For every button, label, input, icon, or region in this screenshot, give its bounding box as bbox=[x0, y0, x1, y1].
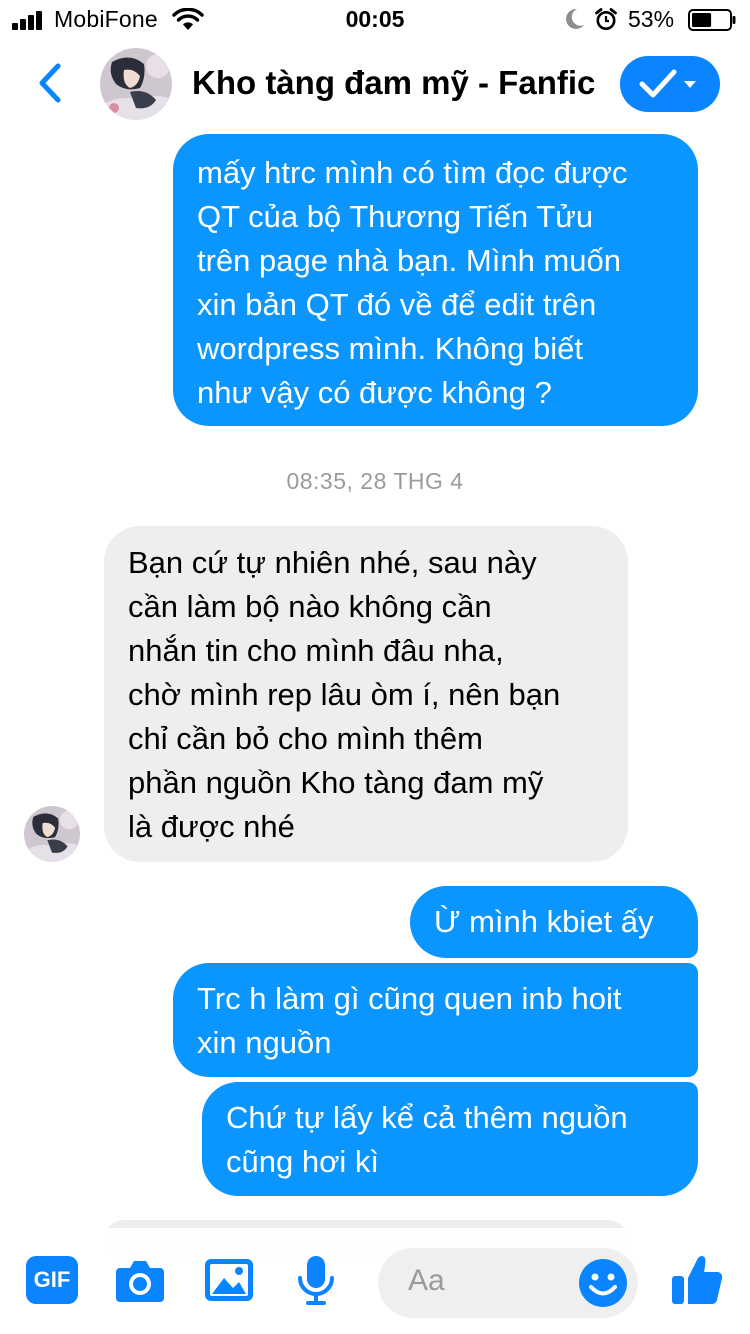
contact-avatar[interactable] bbox=[100, 48, 172, 120]
status-bar: MobiFone 00:05 53% bbox=[0, 0, 750, 40]
alarm-icon bbox=[595, 8, 617, 30]
conversation-title[interactable]: Kho tàng đam mỹ - Fanfic bbox=[192, 64, 595, 102]
gif-icon[interactable]: GIF bbox=[26, 1256, 78, 1304]
conversation-header: Kho tàng đam mỹ - Fanfic bbox=[0, 40, 750, 128]
timestamp: 08:35, 28 THG 4 bbox=[286, 468, 464, 494]
messenger-screen: MobiFone 00:05 53% Kho tàng đam mỹ - Fan… bbox=[0, 0, 750, 1334]
outgoing-message[interactable]: mấy htrc mình có tìm đọc được QT của bộ … bbox=[173, 134, 698, 426]
outgoing-message[interactable]: Ừ mình kbiet ấy bbox=[410, 886, 698, 958]
camera-icon[interactable] bbox=[114, 1256, 166, 1304]
message-input-placeholder: Aa bbox=[408, 1264, 445, 1297]
chevron-down-icon bbox=[684, 81, 696, 88]
emoji-icon[interactable] bbox=[578, 1258, 628, 1308]
incoming-message[interactable]: Bạn cứ tự nhiên nhé, sau này cần làm bộ … bbox=[104, 526, 628, 862]
battery-percent: 53% bbox=[628, 6, 675, 32]
microphone-icon[interactable] bbox=[296, 1254, 336, 1308]
photo-icon[interactable] bbox=[204, 1258, 254, 1302]
like-icon[interactable] bbox=[670, 1252, 726, 1308]
do-not-disturb-icon bbox=[566, 8, 584, 29]
battery-icon bbox=[688, 9, 736, 31]
back-button[interactable] bbox=[28, 60, 72, 106]
outgoing-message[interactable]: Trc h làm gì cũng quen inb hoit xin nguồ… bbox=[173, 963, 698, 1077]
sender-avatar[interactable] bbox=[24, 806, 80, 862]
outgoing-message[interactable]: Chứ tự lấy kể cả thêm nguồn cũng hơi kì bbox=[202, 1082, 698, 1196]
conversation-options-button[interactable] bbox=[620, 56, 720, 112]
checkmark-icon bbox=[639, 69, 696, 98]
